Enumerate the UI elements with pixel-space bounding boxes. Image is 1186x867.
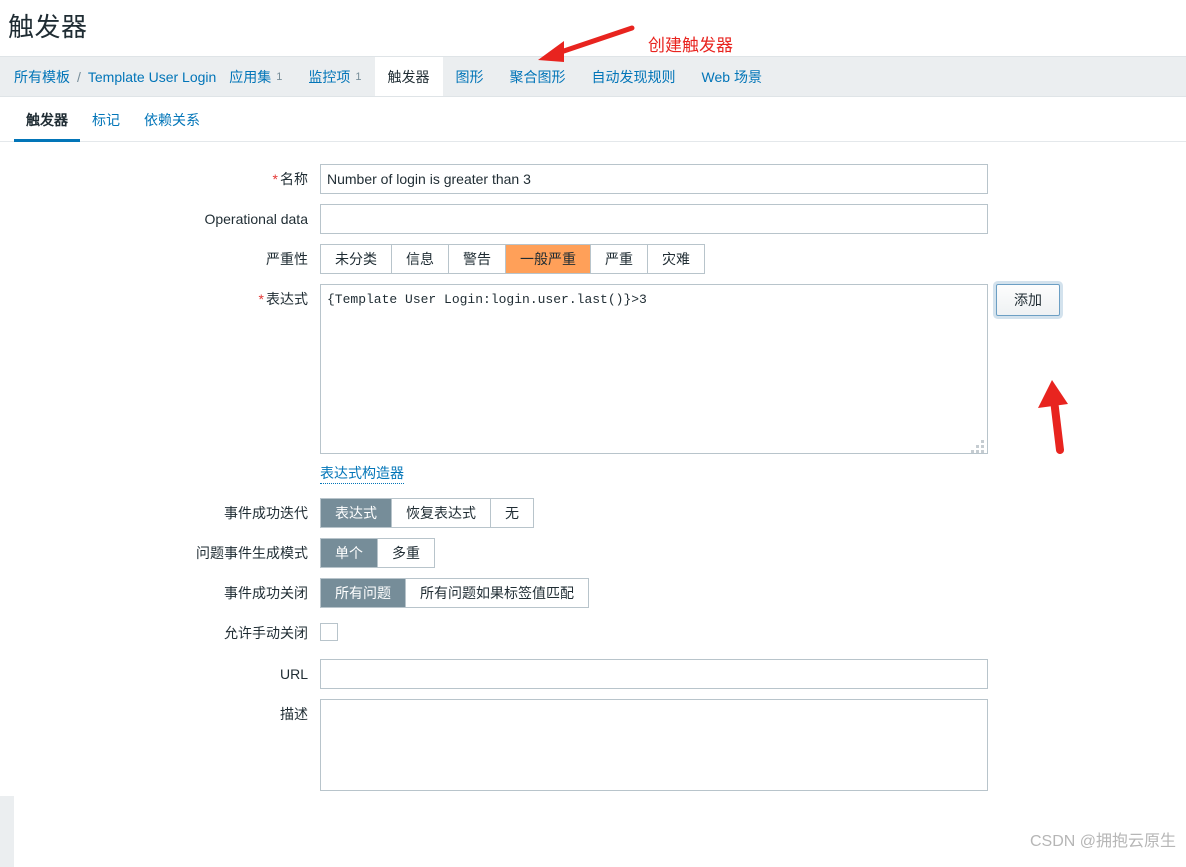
severity-segmented-control: 未分类 信息 警告 一般严重 严重 灾难 [320,244,705,274]
field-row-description: 描述 [14,699,1186,796]
severity-option-not-classified[interactable]: 未分类 [321,245,392,273]
control-ok-event-generation: 表达式 恢复表达式 无 [320,498,1186,528]
app-page: 触发器 所有模板 / Template User Login 应用集 1 监控项… [0,0,1186,867]
field-row-name: * 名称 [14,164,1186,194]
ok-event-generation-segmented-control: 表达式 恢复表达式 无 [320,498,534,528]
page-title: 触发器 [8,12,88,42]
breadcrumb: 所有模板 / Template User Login 应用集 1 监控项 1 触… [0,56,1186,97]
field-row-url: URL [14,659,1186,689]
field-row-problem-event-mode: 问题事件生成模式 单个 多重 [14,538,1186,568]
label-expression: * 表达式 [14,284,320,308]
field-row-ok-event-generation: 事件成功迭代 表达式 恢复表达式 无 [14,498,1186,528]
severity-option-information[interactable]: 信息 [392,245,449,273]
nav-item-items-label: 监控项 [308,68,351,85]
ok-event-option-recovery-expression[interactable]: 恢复表达式 [392,499,491,527]
tab-dependencies-label: 依赖关系 [144,112,200,128]
required-marker-expression: * [258,291,264,307]
label-problem-event-mode: 问题事件生成模式 [196,545,308,561]
control-problem-event-mode: 单个 多重 [320,538,1186,568]
tab-tags[interactable]: 标记 [80,97,132,141]
tab-tags-label: 标记 [92,112,120,128]
add-expression-button[interactable]: 添加 [996,284,1060,316]
control-severity: 未分类 信息 警告 一般严重 严重 灾难 [320,244,1186,274]
ok-event-option-expression[interactable]: 表达式 [321,499,392,527]
field-row-allow-manual-close: 允许手动关闭 [14,618,1186,646]
control-url [320,659,1186,689]
problem-event-option-single[interactable]: 单个 [321,539,378,567]
breadcrumb-all-templates[interactable]: 所有模板 [14,57,70,96]
nav-item-graphs[interactable]: 图形 [443,57,497,96]
nav-item-discovery-rules[interactable]: 自动发现规则 [579,57,689,96]
label-allow-manual-close: 允许手动关闭 [224,625,308,641]
label-severity: 严重性 [266,251,308,267]
label-ok-event-generation: 事件成功迭代 [224,505,308,521]
label-url: URL [279,666,308,682]
tab-trigger[interactable]: 触发器 [14,97,80,142]
nav-item-screens[interactable]: 聚合图形 [497,57,579,96]
nav-item-applications-count: 1 [276,70,283,83]
page-header: 触发器 [0,0,1186,56]
nav-item-triggers-label: 触发器 [387,68,430,85]
watermark: CSDN @拥抱云原生 [1029,833,1176,850]
label-expression-text: 表达式 [266,291,308,307]
ok-event-closes-option-tag-match[interactable]: 所有问题如果标签值匹配 [406,579,588,607]
label-name: * 名称 [14,164,320,188]
breadcrumb-template-name[interactable]: Template User Login [88,57,216,96]
required-marker-name: * [272,171,278,187]
nav-item-screens-label: 聚合图形 [509,68,566,85]
expression-textarea-wrap [320,284,988,459]
label-description: 描述 [280,706,308,722]
tab-dependencies[interactable]: 依赖关系 [132,97,212,141]
ok-event-closes-option-all-problems[interactable]: 所有问题 [321,579,406,607]
control-allow-manual-close [320,618,1186,646]
field-row-operational-data: Operational data [14,204,1186,234]
expression-constructor-link[interactable]: 表达式构造器 [320,463,404,484]
label-operational-data: Operational data [204,211,308,227]
trigger-form: *名称 Operational data 严重性 未分类 信息 警告 一般严重 [0,142,1186,796]
field-row-severity: 严重性 未分类 信息 警告 一般严重 严重 灾难 [14,244,1186,274]
expression-row: 添加 [320,284,1186,459]
breadcrumb-separator: / [77,68,81,85]
nav-item-web-scenarios[interactable]: Web 场景 [689,57,775,96]
control-name [320,164,1186,194]
nav-item-graphs-label: 图形 [455,68,484,85]
control-expression: 添加 表达式构造器 [320,284,1186,484]
ok-event-closes-segmented-control: 所有问题 所有问题如果标签值匹配 [320,578,589,608]
label-name-text: 名称 [280,171,308,187]
field-row-ok-event-closes: 事件成功关闭 所有问题 所有问题如果标签值匹配 [14,578,1186,608]
severity-option-average[interactable]: 一般严重 [506,245,591,273]
expression-textarea[interactable] [320,284,988,454]
subtab-bar: 触发器 标记 依赖关系 [0,97,1186,142]
severity-option-warning[interactable]: 警告 [449,245,506,273]
nav-item-triggers[interactable]: 触发器 [374,57,443,96]
name-input[interactable] [320,164,988,194]
problem-event-mode-segmented-control: 单个 多重 [320,538,435,568]
nav-item-items-count: 1 [355,70,362,83]
label-ok-event-closes: 事件成功关闭 [224,585,308,601]
severity-option-high[interactable]: 严重 [591,245,648,273]
url-input[interactable] [320,659,988,689]
description-textarea[interactable] [320,699,988,791]
control-description [320,699,1186,796]
problem-event-option-multiple[interactable]: 多重 [378,539,434,567]
annotation-create-trigger-label: 创建触发器 [648,36,733,55]
ok-event-option-none[interactable]: 无 [491,499,533,527]
nav-item-discovery-rules-label: 自动发现规则 [591,68,676,85]
nav-item-applications[interactable]: 应用集 1 [216,57,295,96]
tab-trigger-label: 触发器 [26,112,68,128]
severity-option-disaster[interactable]: 灾难 [648,245,704,273]
control-ok-event-closes: 所有问题 所有问题如果标签值匹配 [320,578,1186,608]
control-operational-data [320,204,1186,234]
nav-item-web-scenarios-label: Web 场景 [701,68,762,85]
field-row-expression: *表达式 添加 [14,284,1186,484]
nav-item-applications-label: 应用集 [229,68,272,85]
operational-data-input[interactable] [320,204,988,234]
nav-item-items[interactable]: 监控项 1 [295,57,374,96]
allow-manual-close-checkbox[interactable] [320,623,338,641]
